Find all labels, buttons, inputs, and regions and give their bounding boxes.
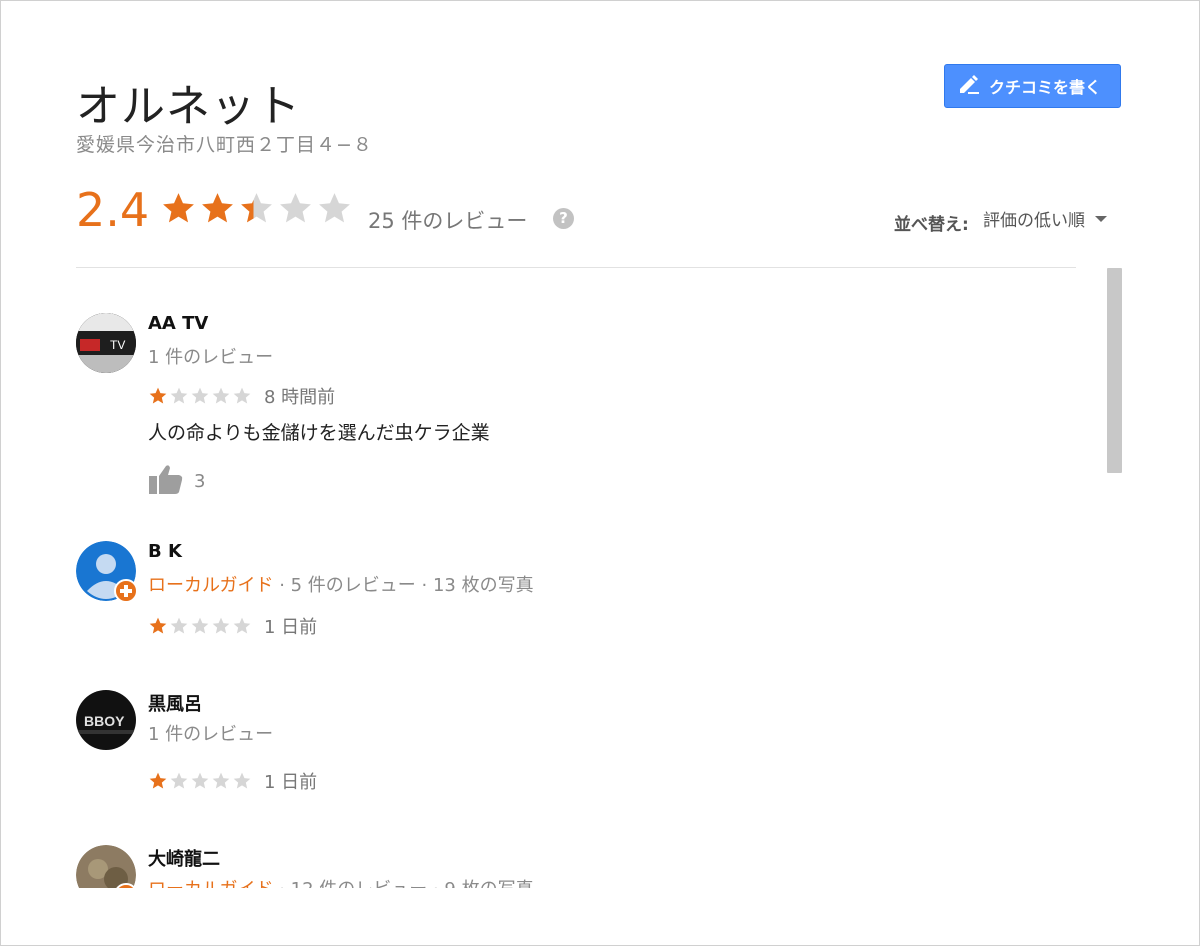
avatar[interactable]: TV [76,313,136,373]
review-rating-row: 8 時間前 [148,383,335,409]
reviewer-meta: 1 件のレビュー [148,347,274,368]
star-icon [319,193,350,223]
star-icon [233,387,251,404]
review-rating-row: 1 日前 [148,768,317,794]
star-icon [212,772,230,789]
review-text: 人の命よりも金儲けを選んだ虫ケラ企業 [148,422,490,444]
sort-label: 並べ替え: [894,215,969,235]
average-rating-stars [160,190,353,227]
write-review-button[interactable]: クチコミを書く [944,64,1121,108]
local-guide-badge-icon [114,579,138,603]
star-icon [233,772,251,789]
svg-text:TV: TV [110,338,125,352]
avatar[interactable]: BBOY [76,690,136,750]
review-rating-row: 1 日前 [148,613,317,639]
pencil-icon [957,73,981,99]
star-icon [191,617,209,634]
thumbs-up-icon [148,463,184,499]
svg-text:BBOY: BBOY [84,713,125,729]
review-time: 8 時間前 [264,387,336,408]
review-time: 1 日前 [264,772,318,793]
local-guide-label[interactable]: ローカルガイド [148,879,273,888]
reviewer-name[interactable]: 大崎龍二 [148,845,220,871]
review-stars [148,616,252,636]
review-stars [148,771,252,791]
reviewer-stats: · 12 件のレビュー · 9 枚の写真 [273,879,533,888]
total-review-count: 25 件のレビュー [368,209,528,233]
star-icon [241,193,272,223]
place-name: オルネット [76,81,301,132]
reviewer-name[interactable]: B K [148,541,182,562]
sort-selected-value: 評価の低い順 [983,211,1085,231]
star-icon [191,387,209,404]
scrollbar-thumb[interactable] [1107,268,1122,473]
star-icon [170,617,188,634]
star-icon [149,772,167,789]
help-icon[interactable]: ? [553,208,574,229]
reviewer-meta: ローカルガイド · 12 件のレビュー · 9 枚の写真 [148,875,534,888]
reviewer-name[interactable]: 黒風呂 [148,690,202,716]
star-icon [233,617,251,634]
star-icon [202,193,233,223]
review-time: 1 日前 [264,617,318,638]
avatar[interactable] [76,541,138,603]
reviewer-meta: 1 件のレビュー [148,724,274,745]
reviewer-meta: ローカルガイド · 5 件のレビュー · 13 枚の写真 [148,571,534,597]
star-icon [191,772,209,789]
star-icon [149,387,167,404]
review-list: TV AA TV 1 件のレビュー 8 時間前 人の命よりも金儲けを選んだ虫ケラ… [0,268,1090,888]
reviewer-stats: · 5 件のレビュー · 13 枚の写真 [273,575,534,596]
review-stars [148,386,252,406]
average-rating: 2.4 [76,183,150,237]
like-count: 3 [194,470,206,492]
star-icon [212,387,230,404]
avatar[interactable] [76,845,138,888]
like-button[interactable]: 3 [148,463,205,499]
star-icon [163,193,194,223]
sort-dropdown[interactable]: 評価の低い順 [983,206,1107,231]
star-icon [212,617,230,634]
write-review-label: クチコミを書く [989,78,1102,97]
caret-down-icon [1095,215,1107,222]
place-address: 愛媛県今治市八町西２丁目４−８ [76,134,373,156]
local-guide-label[interactable]: ローカルガイド [148,575,273,596]
star-icon [170,772,188,789]
reviewer-name[interactable]: AA TV [148,313,208,334]
star-icon [149,617,167,634]
star-icon [170,387,188,404]
star-icon [280,193,311,223]
